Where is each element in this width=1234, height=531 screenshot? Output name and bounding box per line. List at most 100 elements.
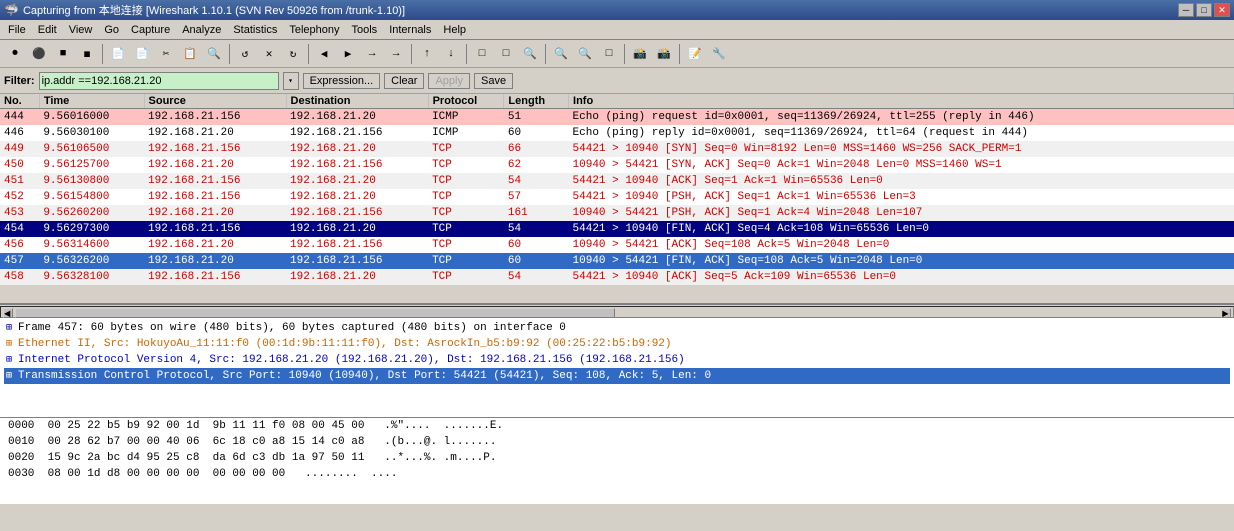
menu-item-internals[interactable]: Internals bbox=[383, 22, 437, 38]
cell-time: 9.56125700 bbox=[39, 157, 144, 173]
toolbar-separator bbox=[102, 44, 103, 64]
menu-item-telephony[interactable]: Telephony bbox=[283, 22, 345, 38]
detail-expand-icon[interactable]: ⊞ bbox=[6, 338, 18, 350]
toolbar-button-9[interactable]: ↺ bbox=[234, 43, 256, 65]
cell-dst: 192.168.21.20 bbox=[286, 189, 428, 205]
toolbar-button-2[interactable]: ■ bbox=[52, 43, 74, 65]
menu-item-help[interactable]: Help bbox=[437, 22, 472, 38]
hex-pane: 0000 00 25 22 b5 b9 92 00 1d 9b 11 11 f0… bbox=[0, 418, 1234, 504]
cell-dst: 192.168.21.20 bbox=[286, 173, 428, 189]
detail-row[interactable]: ⊞ Ethernet II, Src: HokuyoAu_11:11:f0 (0… bbox=[4, 336, 1230, 352]
menu-item-edit[interactable]: Edit bbox=[32, 22, 63, 38]
toolbar-separator bbox=[545, 44, 546, 64]
menu-item-file[interactable]: File bbox=[2, 22, 32, 38]
menu-item-statistics[interactable]: Statistics bbox=[227, 22, 283, 38]
cell-no: 446 bbox=[0, 125, 39, 141]
toolbar-button-18[interactable]: □ bbox=[471, 43, 493, 65]
toolbar-button-12[interactable]: ◀ bbox=[313, 43, 335, 65]
cell-dst: 192.168.21.20 bbox=[286, 221, 428, 237]
cell-proto: ICMP bbox=[428, 109, 504, 125]
toolbar-button-11[interactable]: ↻ bbox=[282, 43, 304, 65]
detail-row[interactable]: ⊞ Frame 457: 60 bytes on wire (480 bits)… bbox=[4, 320, 1230, 336]
table-row[interactable]: 4519.56130800192.168.21.156192.168.21.20… bbox=[0, 173, 1234, 189]
toolbar-separator bbox=[624, 44, 625, 64]
toolbar-button-15[interactable]: → bbox=[385, 43, 407, 65]
toolbar-button-7[interactable]: 📋 bbox=[179, 43, 201, 65]
cell-src: 192.168.21.156 bbox=[144, 173, 286, 189]
detail-text: Internet Protocol Version 4, Src: 192.16… bbox=[18, 354, 685, 366]
cell-time: 9.56314600 bbox=[39, 237, 144, 253]
detail-expand-icon[interactable]: ⊞ bbox=[6, 370, 18, 382]
apply-button[interactable]: Apply bbox=[428, 73, 470, 89]
filter-input[interactable] bbox=[39, 72, 279, 90]
cell-dst: 192.168.21.156 bbox=[286, 237, 428, 253]
toolbar-button-19[interactable]: □ bbox=[495, 43, 517, 65]
hex-row: 0030 08 00 1d d8 00 00 00 00 00 00 00 00… bbox=[8, 468, 1226, 484]
titlebar: 🦈 Capturing from 本地连接 [Wireshark 1.10.1 … bbox=[0, 0, 1234, 20]
toolbar-button-14[interactable]: → bbox=[361, 43, 383, 65]
filter-dropdown[interactable]: ▾ bbox=[283, 72, 299, 90]
save-button[interactable]: Save bbox=[474, 73, 513, 89]
minimize-button[interactable]: ─ bbox=[1178, 3, 1194, 17]
toolbar-button-17[interactable]: ↓ bbox=[440, 43, 462, 65]
toolbar-button-0[interactable]: ⏺ bbox=[4, 43, 26, 65]
toolbar-button-10[interactable]: ✕ bbox=[258, 43, 280, 65]
toolbar-button-13[interactable]: ▶ bbox=[337, 43, 359, 65]
toolbar-button-6[interactable]: ✂ bbox=[155, 43, 177, 65]
cell-len: 161 bbox=[504, 205, 569, 221]
menu-item-go[interactable]: Go bbox=[98, 22, 125, 38]
cell-time: 9.56030100 bbox=[39, 125, 144, 141]
detail-row[interactable]: ⊞ Transmission Control Protocol, Src Por… bbox=[4, 368, 1230, 384]
clear-button[interactable]: Clear bbox=[384, 73, 424, 89]
table-row[interactable]: 4499.56106500192.168.21.156192.168.21.20… bbox=[0, 141, 1234, 157]
cell-time: 9.56297300 bbox=[39, 221, 144, 237]
close-button[interactable]: ✕ bbox=[1214, 3, 1230, 17]
toolbar-button-24[interactable]: 📸 bbox=[629, 43, 651, 65]
cell-dst: 192.168.21.20 bbox=[286, 109, 428, 125]
table-row[interactable]: 4539.56260200192.168.21.20192.168.21.156… bbox=[0, 205, 1234, 221]
toolbar-button-22[interactable]: 🔍 bbox=[574, 43, 596, 65]
hscroll[interactable]: ◄ ► bbox=[0, 304, 1234, 318]
cell-src: 192.168.21.156 bbox=[144, 189, 286, 205]
table-row[interactable]: 4579.56326200192.168.21.20192.168.21.156… bbox=[0, 253, 1234, 269]
toolbar-button-20[interactable]: 🔍 bbox=[519, 43, 541, 65]
table-row[interactable]: 4549.56297300192.168.21.156192.168.21.20… bbox=[0, 221, 1234, 237]
toolbar-button-21[interactable]: 🔍 bbox=[550, 43, 572, 65]
toolbar-button-26[interactable]: 📝 bbox=[684, 43, 706, 65]
maximize-button[interactable]: □ bbox=[1196, 3, 1212, 17]
packet-table-container: No.TimeSourceDestinationProtocolLengthIn… bbox=[0, 94, 1234, 304]
table-row[interactable]: 4509.56125700192.168.21.20192.168.21.156… bbox=[0, 157, 1234, 173]
toolbar-button-4[interactable]: 📄 bbox=[107, 43, 129, 65]
detail-expand-icon[interactable]: ⊞ bbox=[6, 354, 18, 366]
detail-expand-icon[interactable]: ⊞ bbox=[6, 322, 18, 334]
toolbar-button-8[interactable]: 🔍 bbox=[203, 43, 225, 65]
expression-button[interactable]: Expression... bbox=[303, 73, 381, 89]
menu-item-capture[interactable]: Capture bbox=[125, 22, 176, 38]
menu-item-tools[interactable]: Tools bbox=[346, 22, 384, 38]
toolbar-button-23[interactable]: □ bbox=[598, 43, 620, 65]
toolbar-separator bbox=[679, 44, 680, 64]
toolbar-button-25[interactable]: 📸 bbox=[653, 43, 675, 65]
toolbar-button-27[interactable]: 🔧 bbox=[708, 43, 730, 65]
table-row[interactable]: 4469.56030100192.168.21.20192.168.21.156… bbox=[0, 125, 1234, 141]
cell-info: 10940 > 54421 [SYN, ACK] Seq=0 Ack=1 Win… bbox=[569, 157, 1234, 173]
table-row[interactable]: 4529.56154800192.168.21.156192.168.21.20… bbox=[0, 189, 1234, 205]
hex-row: 0020 15 9c 2a bc d4 95 25 c8 da 6d c3 db… bbox=[8, 452, 1226, 468]
cell-info: Echo (ping) reply id=0x0001, seq=11369/2… bbox=[569, 125, 1234, 141]
col-header-destination: Destination bbox=[286, 94, 428, 109]
table-row[interactable]: 4589.56328100192.168.21.156192.168.21.20… bbox=[0, 269, 1234, 285]
table-row[interactable]: 4569.56314600192.168.21.20192.168.21.156… bbox=[0, 237, 1234, 253]
toolbar-button-1[interactable]: ⚫ bbox=[28, 43, 50, 65]
menu-item-analyze[interactable]: Analyze bbox=[176, 22, 227, 38]
toolbar-button-5[interactable]: 📄 bbox=[131, 43, 153, 65]
cell-len: 60 bbox=[504, 125, 569, 141]
detail-row[interactable]: ⊞ Internet Protocol Version 4, Src: 192.… bbox=[4, 352, 1230, 368]
cell-dst: 192.168.21.156 bbox=[286, 205, 428, 221]
toolbar-button-3[interactable]: ◼ bbox=[76, 43, 98, 65]
table-row[interactable]: 4449.56016000192.168.21.156192.168.21.20… bbox=[0, 109, 1234, 125]
toolbar-button-16[interactable]: ↑ bbox=[416, 43, 438, 65]
toolbar-separator bbox=[466, 44, 467, 64]
menubar: FileEditViewGoCaptureAnalyzeStatisticsTe… bbox=[0, 20, 1234, 40]
menu-item-view[interactable]: View bbox=[63, 22, 99, 38]
cell-proto: TCP bbox=[428, 221, 504, 237]
